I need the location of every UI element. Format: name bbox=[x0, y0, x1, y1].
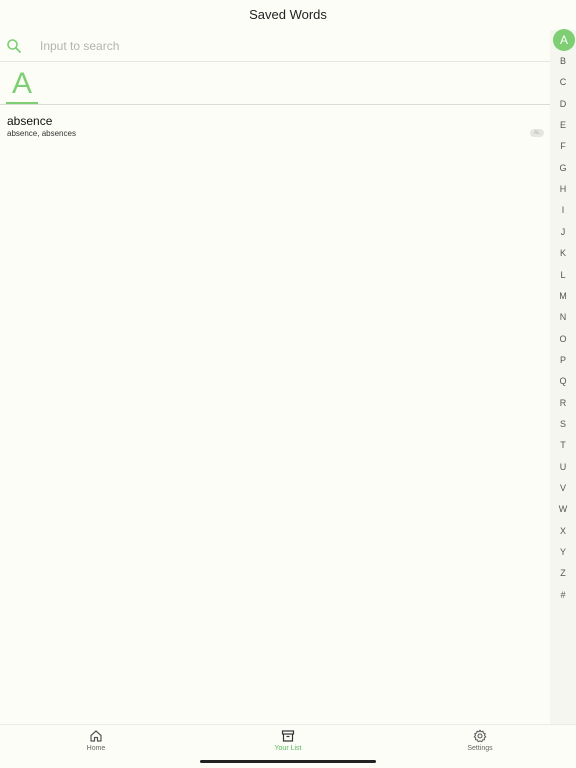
home-indicator bbox=[200, 760, 376, 763]
alphabet-index-item-z[interactable]: Z bbox=[550, 566, 576, 580]
alphabet-index-item-k[interactable]: K bbox=[550, 246, 576, 260]
alphabet-index-item-r[interactable]: R bbox=[550, 396, 576, 410]
tab-settings[interactable]: Settings bbox=[440, 729, 520, 759]
word-forms: absence, absences bbox=[7, 129, 76, 138]
alphabet-index-item-b[interactable]: B bbox=[550, 54, 576, 68]
alphabet-index-item-i[interactable]: I bbox=[550, 203, 576, 217]
section-letter: A bbox=[11, 67, 32, 100]
alphabet-index-item-j[interactable]: J bbox=[550, 225, 576, 239]
alphabet-index-item-w[interactable]: W bbox=[550, 502, 576, 516]
alphabet-index-item-v[interactable]: V bbox=[550, 481, 576, 495]
tab-label-home: Home bbox=[86, 745, 106, 752]
section-underline bbox=[6, 102, 38, 104]
alphabet-index-item-e[interactable]: E bbox=[550, 118, 576, 132]
alphabet-index-item-hash[interactable]: # bbox=[550, 588, 576, 602]
alphabet-index-item-h[interactable]: H bbox=[550, 182, 576, 196]
alphabet-index-item-n[interactable]: N bbox=[550, 310, 576, 324]
home-icon bbox=[56, 729, 136, 743]
search-icon[interactable] bbox=[6, 38, 22, 54]
alphabet-index-item-m[interactable]: M bbox=[550, 289, 576, 303]
list-item[interactable]: absence absence, absences AL bbox=[0, 112, 550, 142]
alphabet-index-item-l[interactable]: L bbox=[550, 268, 576, 282]
tab-home[interactable]: Home bbox=[56, 729, 136, 759]
word-level-badge: AL bbox=[530, 129, 544, 137]
section-header: A bbox=[0, 62, 550, 105]
alphabet-index-item-t[interactable]: T bbox=[550, 438, 576, 452]
alphabet-index-item-a[interactable]: A bbox=[553, 29, 575, 51]
alphabet-index: A B C D E F G H I J K L M N O P Q R S T U V W X Y Z # bbox=[550, 29, 576, 724]
alphabet-index-item-u[interactable]: U bbox=[550, 460, 576, 474]
word-title: absence bbox=[7, 114, 53, 128]
tab-label-settings: Settings bbox=[467, 745, 493, 752]
alphabet-index-item-q[interactable]: Q bbox=[550, 374, 576, 388]
alphabet-index-item-x[interactable]: X bbox=[550, 524, 576, 538]
alphabet-index-item-d[interactable]: D bbox=[550, 97, 576, 111]
alphabet-index-item-c[interactable]: C bbox=[550, 75, 576, 89]
search-bar bbox=[0, 30, 550, 62]
alphabet-index-item-y[interactable]: Y bbox=[550, 545, 576, 559]
alphabet-index-item-p[interactable]: P bbox=[550, 353, 576, 367]
alphabet-index-item-f[interactable]: F bbox=[550, 139, 576, 153]
page-title: Saved Words bbox=[249, 7, 327, 22]
search-input[interactable] bbox=[34, 34, 514, 58]
archive-box-icon bbox=[248, 729, 328, 743]
tab-label-your-list: Your List bbox=[274, 745, 302, 752]
alphabet-index-item-o[interactable]: O bbox=[550, 332, 576, 346]
gear-icon bbox=[440, 729, 520, 743]
alphabet-index-item-s[interactable]: S bbox=[550, 417, 576, 431]
alphabet-index-item-g[interactable]: G bbox=[550, 161, 576, 175]
tab-your-list[interactable]: Your List bbox=[248, 729, 328, 759]
